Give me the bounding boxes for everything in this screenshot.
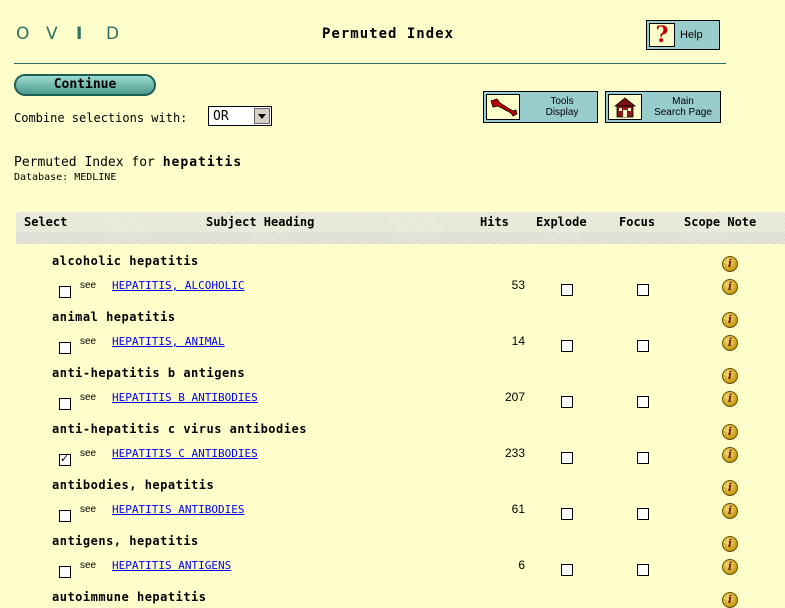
- display-label: Display: [545, 107, 579, 118]
- search-term: hepatitis: [162, 155, 243, 170]
- help-label: Help: [680, 29, 703, 41]
- page-title: Permuted Index: [322, 26, 455, 42]
- focus-checkbox[interactable]: [637, 340, 649, 352]
- column-subject-heading: Subject Heading: [206, 215, 315, 229]
- subject-heading-link[interactable]: HEPATITIS, ANIMAL: [112, 335, 225, 348]
- permuted-index-prefix: Permuted Index for: [14, 155, 155, 170]
- combine-operator-value: OR: [213, 109, 229, 124]
- explode-checkbox[interactable]: [561, 396, 573, 408]
- explode-checkbox[interactable]: [561, 284, 573, 296]
- column-scope-note: Scope Note: [684, 215, 757, 229]
- term-label: antibodies, hepatitis: [52, 478, 215, 492]
- house-icon: [608, 94, 642, 120]
- column-select: Select: [24, 215, 68, 229]
- focus-checkbox[interactable]: [637, 452, 649, 464]
- explode-checkbox[interactable]: [561, 452, 573, 464]
- scope-note-info-icon[interactable]: i: [722, 391, 738, 407]
- scope-note-info-icon[interactable]: i: [722, 480, 738, 496]
- subject-heading-link[interactable]: HEPATITIS ANTIGENS: [112, 559, 231, 572]
- help-button[interactable]: ? Help: [646, 20, 720, 50]
- see-label: see: [80, 560, 97, 571]
- subject-heading-link[interactable]: HEPATITIS C ANTIBODIES: [112, 447, 258, 460]
- tools-display-button[interactable]: Tools Display: [483, 91, 598, 123]
- see-label: see: [80, 392, 97, 403]
- hits-count: 6: [518, 558, 525, 572]
- scope-note-info-icon[interactable]: i: [722, 256, 738, 272]
- logo-letter-v: V: [46, 24, 58, 44]
- hits-count: 233: [504, 446, 525, 460]
- column-hits: Hits: [480, 215, 509, 229]
- subject-heading-link[interactable]: HEPATITIS, ALCOHOLIC: [112, 279, 244, 292]
- term-label: autoimmune hepatitis: [52, 590, 207, 604]
- select-checkbox[interactable]: [59, 566, 71, 578]
- help-icon: ?: [649, 23, 675, 47]
- table-header: Select Subject Heading Hits Explode Focu…: [16, 212, 785, 232]
- subject-heading-link[interactable]: HEPATITIS ANTIBODIES: [112, 503, 244, 516]
- term-label: alcoholic hepatitis: [52, 254, 199, 268]
- explode-checkbox[interactable]: [561, 340, 573, 352]
- scope-note-info-icon[interactable]: i: [722, 503, 738, 519]
- scope-note-info-icon[interactable]: i: [722, 592, 738, 608]
- scope-note-info-icon[interactable]: i: [722, 335, 738, 351]
- explode-checkbox[interactable]: [561, 564, 573, 576]
- logo-letter-i: I: [76, 24, 83, 44]
- column-explode: Explode: [536, 215, 587, 229]
- term-label: antigens, hepatitis: [52, 534, 199, 548]
- select-checkbox[interactable]: [59, 286, 71, 298]
- combine-operator-select[interactable]: OR: [208, 106, 272, 126]
- explode-checkbox[interactable]: [561, 508, 573, 520]
- scope-note-info-icon[interactable]: i: [722, 312, 738, 328]
- logo-letter-o: O: [16, 24, 30, 44]
- subject-heading-link[interactable]: HEPATITIS B ANTIBODIES: [112, 391, 258, 404]
- continue-button[interactable]: Continue: [14, 74, 156, 96]
- scope-note-info-icon[interactable]: i: [722, 279, 738, 295]
- scope-note-info-icon[interactable]: i: [722, 447, 738, 463]
- hits-count: 207: [504, 390, 525, 404]
- dropdown-arrow-icon[interactable]: [254, 108, 270, 124]
- see-label: see: [80, 504, 97, 515]
- see-label: see: [80, 336, 97, 347]
- wrench-icon: [486, 94, 520, 120]
- header-divider: [14, 63, 726, 64]
- scope-note-info-icon[interactable]: i: [722, 536, 738, 552]
- scope-note-info-icon[interactable]: i: [722, 368, 738, 384]
- main-search-page-button[interactable]: Main Search Page: [605, 91, 721, 123]
- see-label: see: [80, 280, 97, 291]
- focus-checkbox[interactable]: [637, 508, 649, 520]
- main-label: Main: [672, 96, 694, 107]
- search-page-label: Search Page: [654, 107, 712, 118]
- tools-label: Tools: [550, 96, 574, 107]
- focus-checkbox[interactable]: [637, 564, 649, 576]
- table-header-spacer: [16, 232, 785, 244]
- focus-checkbox[interactable]: [637, 396, 649, 408]
- focus-checkbox[interactable]: [637, 284, 649, 296]
- hits-count: 14: [511, 334, 525, 348]
- term-label: anti-hepatitis c virus antibodies: [52, 422, 307, 436]
- hits-count: 61: [511, 502, 525, 516]
- scope-note-info-icon[interactable]: i: [722, 559, 738, 575]
- select-checkbox[interactable]: [59, 398, 71, 410]
- select-checkbox[interactable]: [59, 452, 71, 466]
- database-label: Database: MEDLINE: [14, 172, 117, 183]
- column-focus: Focus: [619, 215, 656, 229]
- term-label: animal hepatitis: [52, 310, 176, 324]
- combine-selections-label: Combine selections with:: [14, 111, 188, 125]
- hits-count: 53: [511, 278, 525, 292]
- permuted-index-heading: Permuted Index for hepatitis: [14, 155, 242, 170]
- see-label: see: [80, 448, 97, 459]
- ovid-logo: OVI D: [16, 24, 136, 44]
- logo-letter-d: D: [106, 24, 120, 44]
- term-label: anti-hepatitis b antigens: [52, 366, 246, 380]
- scope-note-info-icon[interactable]: i: [722, 424, 738, 440]
- select-checkbox[interactable]: [59, 510, 71, 522]
- select-checkbox[interactable]: [59, 342, 71, 354]
